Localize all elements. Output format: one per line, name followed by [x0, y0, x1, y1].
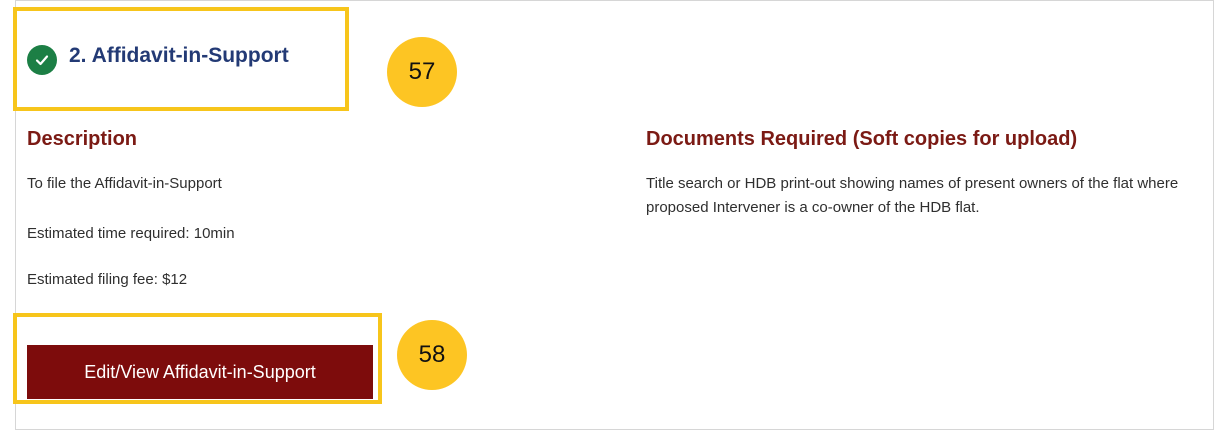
callout-marker-58: 58	[397, 320, 467, 390]
description-heading: Description	[27, 128, 138, 150]
estimated-fee: Estimated filing fee: $12	[27, 271, 188, 288]
estimated-time: Estimated time required: 10min	[27, 225, 235, 242]
callout-marker-57: 57	[387, 37, 457, 107]
title-highlight-box	[13, 7, 349, 111]
edit-view-affidavit-button[interactable]: Edit/View Affidavit-in-Support	[27, 345, 373, 399]
description-line: To file the Affidavit-in-Support	[27, 175, 222, 192]
documents-heading: Documents Required (Soft copies for uplo…	[646, 128, 1078, 150]
documents-text: Title search or HDB print-out showing na…	[646, 175, 1179, 216]
